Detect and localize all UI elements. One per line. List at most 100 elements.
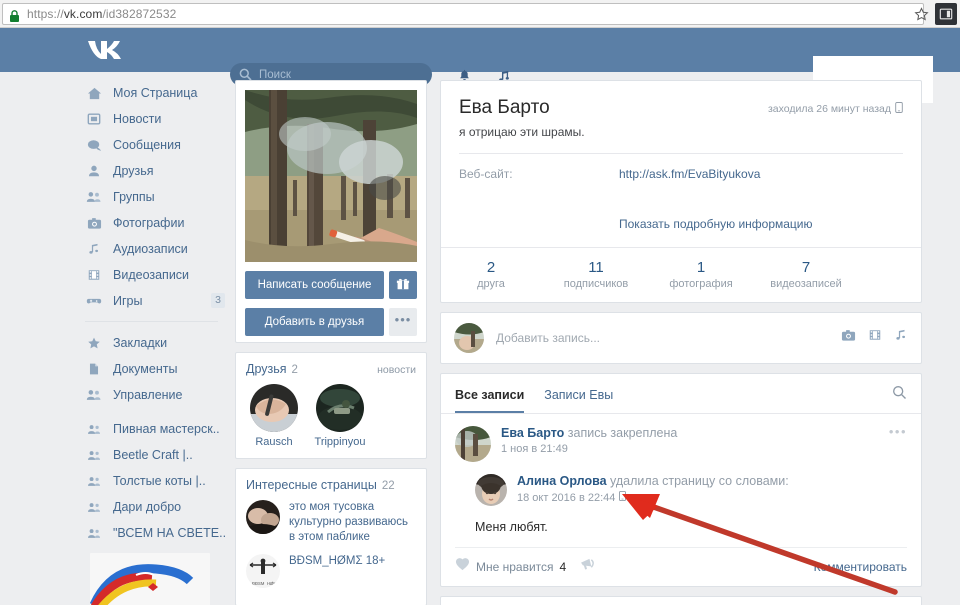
message-icon <box>85 137 103 153</box>
action-buttons-row-2: Добавить в друзья ••• <box>245 308 417 336</box>
star-icon[interactable] <box>912 5 930 23</box>
tab-owner-posts[interactable]: Записи Евы <box>544 388 613 413</box>
sidebar-item-manage[interactable]: Управление <box>85 382 225 408</box>
people-icon <box>85 189 103 205</box>
friends-block-header: Друзья 2 новости <box>236 353 426 382</box>
counter-label: фотография <box>669 278 733 290</box>
profile-status: я отрицаю эти шрамы. <box>459 125 585 139</box>
sidebar-item-messages[interactable]: Сообщения <box>85 132 225 158</box>
music-note-icon[interactable] <box>894 328 908 348</box>
show-details-link[interactable]: Показать подробную информацию <box>619 217 813 231</box>
sidebar-item-bookmarks[interactable]: Закладки <box>85 330 225 356</box>
website-value[interactable]: http://ask.fm/EvaBityukova <box>619 167 760 181</box>
list-item[interactable]: Trippinyou <box>314 384 366 448</box>
list-item[interactable]: это моя тусовка культурно развиваюсь в э… <box>246 500 416 545</box>
wall-search-icon[interactable] <box>892 385 907 413</box>
news-icon <box>85 111 103 127</box>
sidebar-item-my-page[interactable]: Моя Страница <box>85 80 225 106</box>
home-icon <box>85 85 103 101</box>
more-actions-button[interactable]: ••• <box>389 308 417 336</box>
post-date: 1 ноя в 21:49 <box>501 443 677 455</box>
more-dots-icon[interactable]: ••• <box>889 425 907 438</box>
profile-photo[interactable] <box>245 90 417 262</box>
friends-list: Rausch Trippinyou <box>236 382 426 458</box>
repost-action: удалила страницу со словами: <box>610 474 789 488</box>
gift-icon <box>396 277 410 294</box>
people-icon <box>85 473 103 489</box>
post-date-text[interactable]: 1 ноя в 21:49 <box>501 443 568 455</box>
sidebar-item-community-2[interactable]: Beetle Craft |.. <box>85 442 225 468</box>
sidebar-label: Видеозаписи <box>113 268 190 282</box>
film-icon <box>85 267 103 283</box>
sidebar-item-documents[interactable]: Документы <box>85 356 225 382</box>
send-message-button[interactable]: Написать сообщение <box>245 271 384 299</box>
counter-photos[interactable]: 1 фотография <box>651 259 751 290</box>
avatar <box>246 500 280 534</box>
sidebar-item-news[interactable]: Новости <box>85 106 225 132</box>
sidebar-item-groups[interactable]: Группы <box>85 184 225 210</box>
friends-title[interactable]: Друзья <box>246 362 287 376</box>
sidebar-ad-banner[interactable] <box>90 553 210 605</box>
mobile-icon <box>895 102 903 116</box>
interesting-pages-block: Интересные страницы 22 это моя тусовка к… <box>235 468 427 605</box>
counter-number: 1 <box>696 259 706 276</box>
pages-block-header: Интересные страницы 22 <box>236 469 426 498</box>
share-megaphone-icon[interactable] <box>580 557 597 576</box>
pages-title[interactable]: Интересные страницы <box>246 478 377 492</box>
sidebar-item-friends[interactable]: Друзья <box>85 158 225 184</box>
vk-logo-icon[interactable] <box>85 37 127 63</box>
sidebar-item-games[interactable]: Игры 3 <box>85 288 225 314</box>
like-count: 4 <box>559 559 567 574</box>
sidebar-item-community-3[interactable]: Толстые коты |.. <box>85 468 225 494</box>
page-title: BÐSM_HØMΣ 18+ <box>289 555 386 567</box>
website-row: Веб-сайт: http://ask.fm/EvaBityukova <box>459 167 903 181</box>
repost-meta: Алина Орлова удалила страницу со словами… <box>517 474 789 506</box>
sidebar-label: Фотографии <box>113 216 185 230</box>
profile-counters: 2 друга 11 подписчиков 1 фотография 7 ви… <box>441 247 921 302</box>
sidebar-item-video[interactable]: Видеозаписи <box>85 262 225 288</box>
address-bar[interactable]: https://vk.com/id382872532 <box>2 3 924 25</box>
sidebar-label: Сообщения <box>113 138 181 152</box>
wall-card: Все записи Записи Евы Ева Барто запись з… <box>440 373 922 587</box>
profile-info-card: Ева Барто я отрицаю эти шрамы. заходила … <box>440 80 922 303</box>
add-friend-button[interactable]: Добавить в друзья <box>245 308 384 336</box>
url-path: /id382872532 <box>102 7 177 21</box>
counter-followers[interactable]: 11 подписчиков <box>541 259 651 290</box>
send-gift-button[interactable] <box>389 271 417 299</box>
repost-author-line: Алина Орлова удалила страницу со словами… <box>517 474 789 488</box>
repost-author[interactable]: Алина Орлова <box>517 474 607 488</box>
list-item[interactable]: Rausch <box>248 384 300 448</box>
sidebar-item-community-5[interactable]: "ВСЕМ НА СВЕТЕ.. <box>85 520 226 546</box>
list-item[interactable]: ÐÐSM HØMΣ BÐSM_HØMΣ 18+ <box>246 554 416 588</box>
counter-number: 2 <box>486 259 496 276</box>
counter-friends[interactable]: 2 друга <box>441 259 541 290</box>
post-author[interactable]: Ева Барто <box>501 426 564 440</box>
like-button[interactable]: Мне нравится 4 <box>455 557 566 576</box>
counter-number: 11 <box>588 259 604 276</box>
post-composer[interactable]: Добавить запись... <box>440 312 922 364</box>
sidebar-item-photos[interactable]: Фотографии <box>85 210 225 236</box>
friends-news-link[interactable]: новости <box>377 364 416 376</box>
website-link[interactable]: http://ask.fm/EvaBityukova <box>619 167 760 181</box>
sidebar-label: Закладки <box>113 336 168 350</box>
sidebar-item-audio[interactable]: Аудиозаписи <box>85 236 225 262</box>
counter-videos[interactable]: 7 видеозаписей <box>751 259 861 290</box>
comment-button[interactable]: Комментировать <box>814 560 907 574</box>
camera-icon <box>85 215 103 231</box>
sidebar-nav: Моя Страница Новости Сообщения Друзья Гр… <box>85 80 226 546</box>
people-icon <box>85 447 103 463</box>
panel-icon[interactable] <box>935 3 957 25</box>
mobile-icon <box>619 491 627 504</box>
people-icon <box>85 421 103 437</box>
repost-date-text[interactable]: 18 окт 2016 в 22:44 <box>517 492 615 504</box>
avatar[interactable] <box>455 426 491 462</box>
film-icon[interactable] <box>868 328 882 348</box>
sidebar-item-community-1[interactable]: Пивная мастерск.. <box>85 416 225 442</box>
camera-icon[interactable] <box>841 328 856 348</box>
sidebar-item-community-4[interactable]: Дари добро <box>85 494 225 520</box>
right-column: Ева Барто я отрицаю эти шрамы. заходила … <box>440 80 922 605</box>
tab-all-posts[interactable]: Все записи <box>455 388 525 413</box>
post-header: Ева Барто запись закреплена 1 ноя в 21:4… <box>455 425 907 462</box>
avatar[interactable] <box>475 474 507 506</box>
